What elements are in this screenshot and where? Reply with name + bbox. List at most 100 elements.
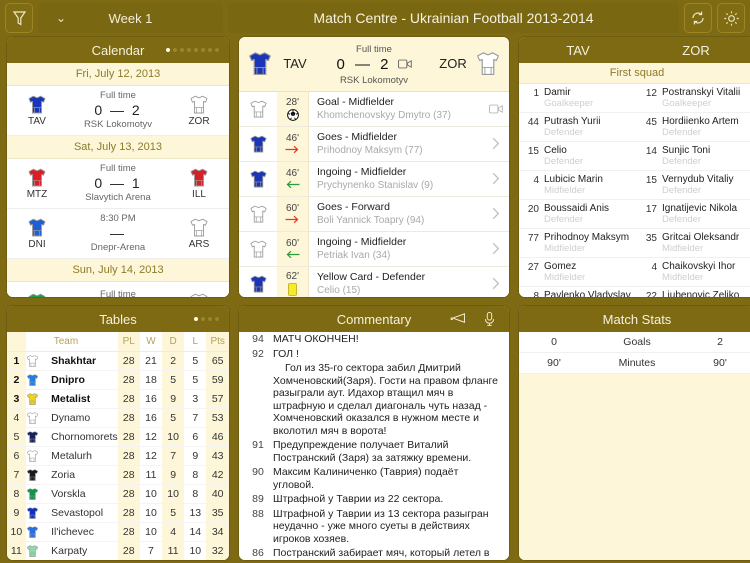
calendar-match-status: Full time (100, 90, 136, 101)
event-player: Khomchenovskyy Dmytro (37) (317, 110, 451, 122)
th-position (7, 332, 26, 352)
squad-row[interactable]: 44 Putrash Yurii Defender 45 Hordiienko Arte… (519, 113, 750, 142)
gear-icon (723, 10, 740, 27)
arrow-in-icon (285, 180, 300, 189)
microphone-icon[interactable] (484, 311, 495, 327)
table-row[interactable]: 6 Metalurh 28 12 7 9 43 (7, 446, 229, 466)
video-icon[interactable] (483, 92, 509, 126)
table-w: 16 (139, 389, 163, 409)
match-event-row[interactable]: 46' Goes - Midfielder Prihodnoy Maksym (77… (239, 126, 509, 162)
week-selector[interactable]: ⌄ Week 1 (38, 3, 223, 33)
calendar-match-info: Full time 0 — 1 Slavytich Arena (59, 163, 177, 203)
squad-row[interactable]: 8Pavlenko VladyslavMidfielder22Ljubenovi… (519, 287, 750, 297)
table-w: 7 (139, 541, 163, 560)
table-d: 11 (162, 541, 185, 560)
tables-header: Tables (7, 306, 229, 332)
video-icon[interactable] (397, 59, 412, 69)
calendar-match-row[interactable]: TAV Full time 0 — 2 RSK Lokomotyv ZOR (7, 86, 229, 136)
stat-away-value: 2 (717, 336, 723, 348)
refresh-button[interactable] (684, 3, 712, 33)
calendar-match-score: 0 — 1 (94, 175, 142, 191)
player-name: Damir (544, 87, 571, 98)
squad-row[interactable]: 20 Boussaidi Anis Defender 17 Ignatijevic Ni… (519, 200, 750, 229)
squad-away-player: 22Ljubenovic ZeljkoMidfielder (637, 287, 750, 297)
table-row[interactable]: 11 Karpaty 28 7 11 10 32 (7, 541, 229, 560)
event-title: Goes - Forward (317, 201, 390, 214)
player-name: Ljubenovic Zeljko (662, 290, 740, 297)
table-d: 5 (162, 370, 185, 390)
calendar-match-venue: Slavytich Arena (85, 192, 151, 203)
table-row[interactable]: 5 Chornomorets 28 12 10 6 46 (7, 427, 229, 447)
away-kit-icon (475, 50, 501, 77)
player-position: Goalkeeper (662, 98, 712, 109)
event-minute: 28' (285, 96, 300, 108)
table-row[interactable]: 8 Vorskla 28 10 10 8 40 (7, 484, 229, 504)
chevron-right-icon[interactable] (483, 232, 509, 266)
squad-row[interactable]: 1 Damir Goalkeeper 12 Postranskyi Vitalii Goa… (519, 84, 750, 113)
table-row[interactable]: 3 Metalist 28 16 9 3 57 (7, 389, 229, 409)
calendar-match-row[interactable]: DNI 8:30 PM — Dnepr-Arena ARS (7, 209, 229, 259)
calendar-match-row[interactable]: Full time0 — 2 (7, 282, 229, 297)
calendar-match-status: 8:30 PM (100, 213, 136, 224)
table-l: 13 (184, 503, 207, 523)
table-row[interactable]: 1 Shakhtar 28 21 2 5 65 (7, 351, 229, 371)
table-row[interactable]: 7 Zoria 28 11 9 8 42 (7, 465, 229, 485)
table-row[interactable]: 10 Il'ichevec 28 10 4 14 34 (7, 522, 229, 542)
player-number: 1 (533, 88, 539, 99)
calendar-match-venue: Dnepr-Arena (90, 242, 146, 253)
player-number: 44 (527, 117, 539, 128)
event-kit-icon (239, 92, 277, 126)
settings-button[interactable] (717, 3, 745, 33)
calendar-match-row[interactable]: MTZ Full time 0 — 1 Slavytich Arena ILL (7, 159, 229, 209)
match-stats-panel: Match Stats 0 Goals 2 90' Minutes 90' (518, 305, 750, 561)
table-w: 12 (139, 427, 163, 447)
table-row[interactable]: 9 Sevastopol 28 10 5 13 35 (7, 503, 229, 523)
table-l: 5 (184, 370, 207, 390)
event-kit-icon (239, 267, 277, 297)
match-event-row[interactable]: 62' Yellow Card - Defender Celio (15) (239, 266, 509, 297)
table-l: 5 (184, 351, 207, 371)
chevron-down-icon: ⌄ (56, 11, 67, 25)
calendar-list[interactable]: Fri, July 12, 2013 TAV Full time 0 — 2 RSK L… (7, 63, 229, 297)
match-event-row[interactable]: 46' Ingoing - Midfielder Prychynenko Stani… (239, 161, 509, 197)
tables-page-dots[interactable] (194, 317, 219, 321)
table-header-row: Team PL W D L Pts (7, 332, 229, 352)
squad-row[interactable]: 77 Prihodnoy Maksym Midfielder 35 Gritcai Ol… (519, 229, 750, 258)
table-pts: 32 (206, 541, 229, 560)
chevron-right-icon[interactable] (483, 267, 509, 297)
player-position: Midfielder (544, 185, 586, 196)
table-position: 11 (7, 541, 26, 560)
match-events-list[interactable]: 28' Goal - Midfielder Khomchenovskyy Dmytr… (239, 91, 509, 297)
yellow-card-icon (288, 283, 297, 297)
filter-button[interactable] (5, 3, 33, 33)
table-row[interactable]: 4 Dynamo 28 16 5 7 53 (7, 408, 229, 428)
stat-home-value: 0 (551, 336, 557, 348)
table-team-name: Zoria (48, 465, 118, 485)
commentary-list[interactable]: 94 МАТЧ ОКОНЧЕН! 92 ГОЛ ! Гол из 35-го секто… (239, 332, 509, 560)
match-event-row[interactable]: 60' Ingoing - Midfielder Petriak Ivan (34) (239, 231, 509, 267)
squad-row[interactable]: 15 Celio Defender 14 Sunjic Toni Defender (519, 142, 750, 171)
th-pts: Pts (206, 332, 229, 352)
table-pl: 28 (117, 427, 140, 447)
squad-list[interactable]: 1 Damir Goalkeeper 12 Postranskyi Vitalii Goa… (519, 84, 750, 297)
chevron-right-icon[interactable] (483, 162, 509, 196)
player-name: Prihodnoy Maksym (544, 232, 630, 243)
match-header[interactable]: TAV Full time 0 — 2 RSK Lokomotyv ZOR (239, 37, 509, 92)
table-position: 8 (7, 484, 26, 504)
megaphone-icon[interactable] (449, 313, 466, 326)
match-event-row[interactable]: 60' Goes - Forward Boli Yannick Toapry (94… (239, 196, 509, 232)
commentary-row: 90 Максим Калиниченко (Таврия) подаёт угл… (239, 465, 509, 492)
chevron-right-icon[interactable] (483, 127, 509, 161)
league-table-wrap[interactable]: Team PL W D L Pts 1 Shakhtar 28 21 2 5 65 2 Dnip… (7, 332, 229, 560)
chevron-right-icon[interactable] (483, 197, 509, 231)
calendar-away-side: ARS (177, 217, 221, 250)
table-row[interactable]: 2 Dnipro 28 18 5 5 59 (7, 370, 229, 390)
th-pl: PL (117, 332, 140, 352)
player-position: Midfielder (544, 272, 586, 283)
squad-row[interactable]: 27 Gomez Midfielder 4 Chaikovskyi Ihor Midfie… (519, 258, 750, 287)
match-event-row[interactable]: 28' Goal - Midfielder Khomchenovskyy Dmytr… (239, 91, 509, 127)
table-team-name: Metalurh (48, 446, 118, 466)
squad-row[interactable]: 4 Lubicic Marin Midfielder 15 Vernydub Vital… (519, 171, 750, 200)
event-text: Ingoing - Midfielder Prychynenko Stanisla… (309, 162, 483, 196)
calendar-page-dots[interactable] (166, 48, 219, 52)
